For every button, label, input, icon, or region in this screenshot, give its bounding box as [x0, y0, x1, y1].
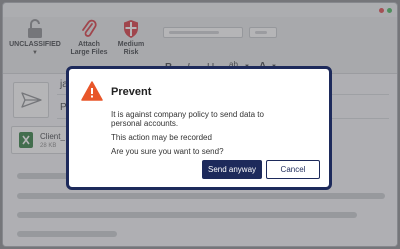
confirm-question: Are you sure you want to send? — [111, 147, 224, 156]
dialog-message: It is against company policy to send dat… — [111, 110, 271, 161]
send-anyway-button[interactable]: Send anyway — [202, 160, 262, 179]
dialog-title: Prevent — [111, 86, 152, 98]
prevent-dialog: Prevent It is against company policy to … — [66, 66, 332, 190]
warning-icon — [81, 81, 103, 101]
cancel-button[interactable]: Cancel — [266, 160, 320, 179]
policy-message: It is against company policy to send dat… — [111, 110, 264, 128]
recording-message: This action may be recorded — [111, 133, 212, 142]
